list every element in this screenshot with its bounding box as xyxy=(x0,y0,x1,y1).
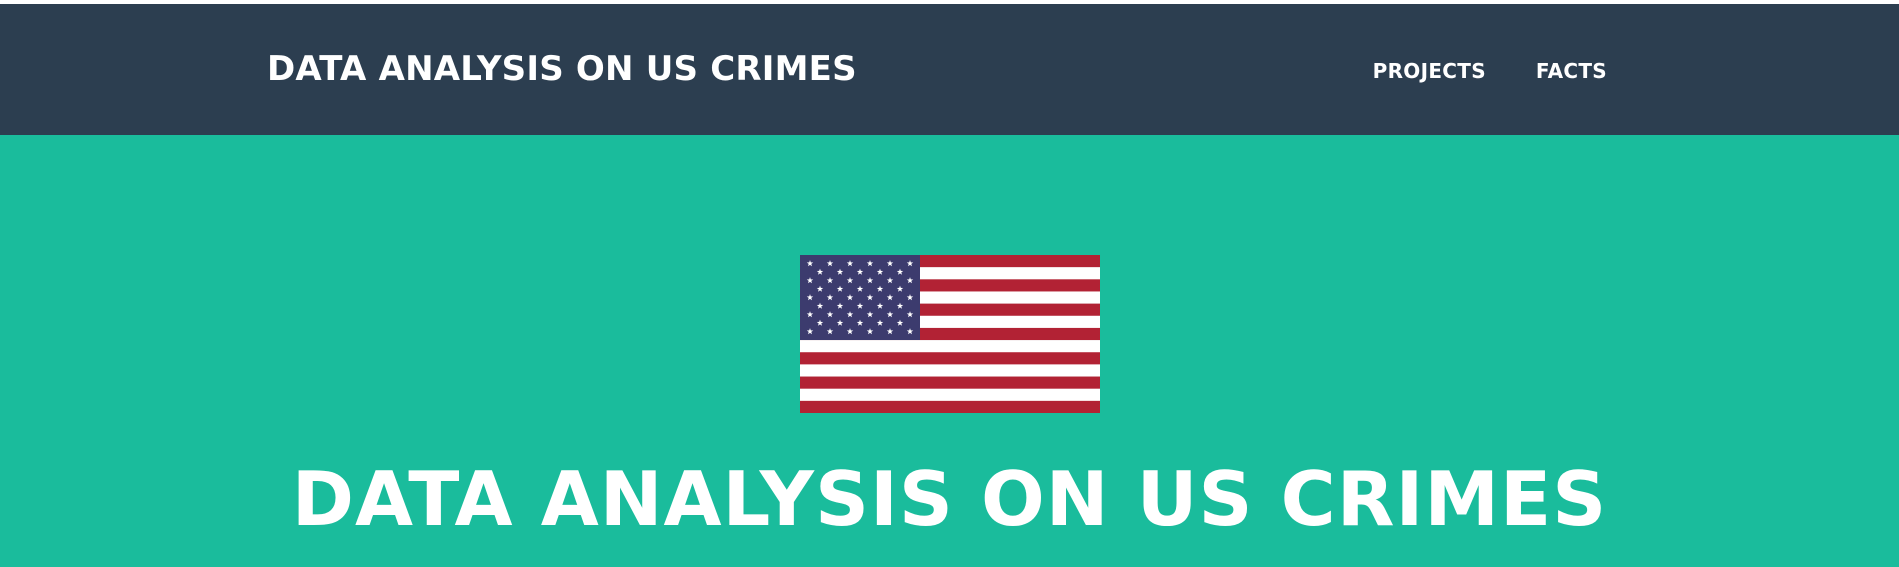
us-flag-image xyxy=(800,255,1100,413)
flag-canton xyxy=(800,255,920,340)
nav-link-facts[interactable]: FACTS xyxy=(1536,59,1607,83)
flag-stripe xyxy=(800,340,1100,353)
hero-section: DATA ANALYSIS ON US CRIMES xyxy=(0,135,1899,567)
navbar: DATA ANALYSIS ON US CRIMES PROJECTS FACT… xyxy=(0,4,1899,135)
nav-links: PROJECTS FACTS xyxy=(1373,59,1607,83)
flag-stripe xyxy=(800,376,1100,389)
flag-stripe xyxy=(800,388,1100,402)
nav-link-projects[interactable]: PROJECTS xyxy=(1373,59,1486,83)
flag-stripe xyxy=(800,352,1100,365)
navbar-brand-link[interactable]: DATA ANALYSIS ON US CRIMES xyxy=(267,49,857,89)
hero-title: DATA ANALYSIS ON US CRIMES xyxy=(291,455,1608,543)
flag-stripe xyxy=(800,400,1100,413)
flag-stripe xyxy=(800,364,1100,377)
